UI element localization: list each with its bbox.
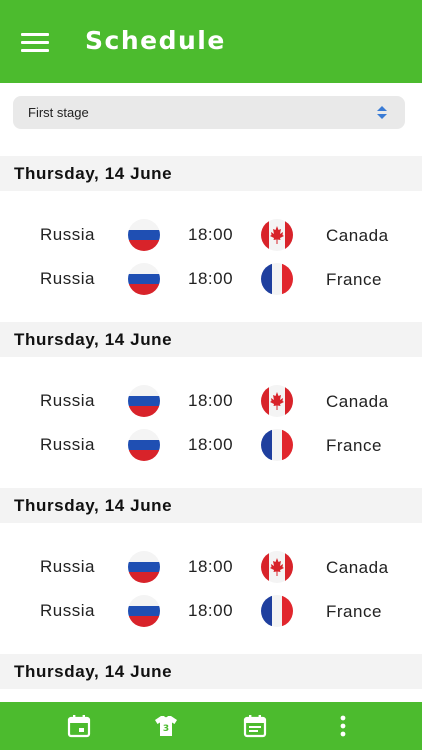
away-team: France bbox=[326, 436, 382, 455]
russia-flag-icon bbox=[128, 385, 160, 417]
france-flag-icon bbox=[261, 429, 293, 461]
match-row[interactable]: Russia 18:00 Canada bbox=[0, 384, 422, 418]
match-time: 18:00 bbox=[188, 391, 234, 410]
match-time: 18:00 bbox=[188, 557, 234, 576]
home-team: Russia bbox=[40, 391, 95, 410]
calendar-icon[interactable] bbox=[66, 713, 92, 739]
day-matches: Russia 18:00 Canada Russia 18:00 France bbox=[0, 191, 422, 322]
more-vertical-icon[interactable] bbox=[330, 713, 356, 739]
russia-flag-icon bbox=[128, 219, 160, 251]
stage-select[interactable]: First stage bbox=[13, 96, 405, 129]
home-team: Russia bbox=[40, 269, 95, 288]
russia-flag-icon bbox=[128, 595, 160, 627]
france-flag-icon bbox=[261, 595, 293, 627]
page-title: Schedule bbox=[85, 26, 226, 55]
match-row[interactable]: Russia 18:00 Canada bbox=[0, 550, 422, 584]
home-team: Russia bbox=[40, 601, 95, 620]
match-time: 18:00 bbox=[188, 225, 234, 244]
canada-flag-icon bbox=[261, 385, 293, 417]
group-shirt-icon[interactable]: 3 bbox=[153, 713, 179, 739]
canada-flag-icon bbox=[261, 551, 293, 583]
away-team: France bbox=[326, 602, 382, 621]
schedule-icon[interactable] bbox=[242, 713, 268, 739]
match-row[interactable]: Russia 18:00 Canada bbox=[0, 218, 422, 252]
match-time: 18:00 bbox=[188, 601, 234, 620]
day-matches: Russia 18:00 Canada Russia 18:00 France bbox=[0, 357, 422, 488]
away-team: France bbox=[326, 270, 382, 289]
day-header: Thursday, 14 June bbox=[0, 654, 422, 689]
day-matches: Russia 18:00 Canada Russia 18:00 France bbox=[0, 523, 422, 654]
home-team: Russia bbox=[40, 435, 95, 454]
away-team: Canada bbox=[326, 226, 389, 245]
away-team: Canada bbox=[326, 558, 389, 577]
match-row[interactable]: Russia 18:00 France bbox=[0, 594, 422, 628]
russia-flag-icon bbox=[128, 263, 160, 295]
away-team: Canada bbox=[326, 392, 389, 411]
app-bar: Schedule bbox=[0, 0, 422, 83]
select-arrows-icon bbox=[377, 106, 387, 119]
day-header: Thursday, 14 June bbox=[0, 156, 422, 191]
match-row[interactable]: Russia 18:00 France bbox=[0, 428, 422, 462]
france-flag-icon bbox=[261, 263, 293, 295]
menu-icon[interactable] bbox=[21, 33, 49, 53]
home-team: Russia bbox=[40, 557, 95, 576]
day-header: Thursday, 14 June bbox=[0, 488, 422, 523]
schedule-list: Thursday, 14 June Russia 18:00 Canada Ru… bbox=[0, 156, 422, 689]
svg-text:3: 3 bbox=[163, 724, 169, 734]
bottom-nav: 3 bbox=[0, 702, 422, 750]
stage-select-value: First stage bbox=[28, 105, 89, 120]
russia-flag-icon bbox=[128, 551, 160, 583]
match-row[interactable]: Russia 18:00 France bbox=[0, 262, 422, 296]
home-team: Russia bbox=[40, 225, 95, 244]
match-time: 18:00 bbox=[188, 269, 234, 288]
canada-flag-icon bbox=[261, 219, 293, 251]
day-header: Thursday, 14 June bbox=[0, 322, 422, 357]
match-time: 18:00 bbox=[188, 435, 234, 454]
russia-flag-icon bbox=[128, 429, 160, 461]
